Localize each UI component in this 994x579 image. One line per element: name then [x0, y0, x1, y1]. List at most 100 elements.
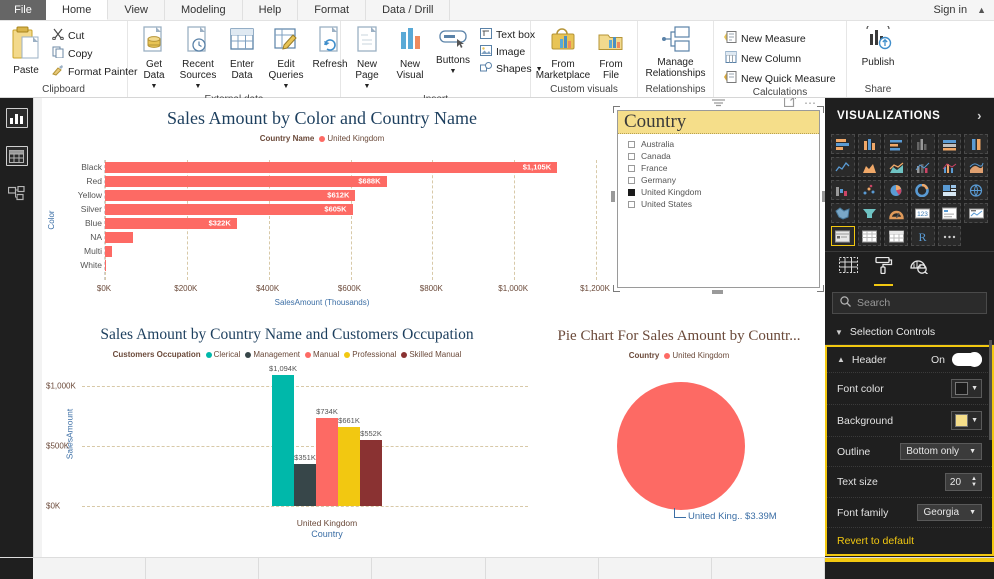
property-background[interactable]: Background ▼: [827, 405, 992, 437]
page-tab[interactable]: [372, 558, 485, 579]
bar-blue[interactable]: $322K: [105, 218, 237, 229]
kpi-icon[interactable]: [964, 203, 988, 223]
slicer-header-country[interactable]: Country: [618, 111, 819, 134]
font-color-caret-icon[interactable]: ▼: [971, 385, 978, 392]
slicer-item-france[interactable]: France: [618, 162, 819, 174]
fields-tab[interactable]: [839, 257, 858, 286]
slicer-country[interactable]: Country Australia Canada France: [617, 110, 820, 288]
clustered-bar-chart-icon[interactable]: [884, 134, 908, 154]
slicer-item-united-states[interactable]: United States: [618, 198, 819, 210]
from-file-button[interactable]: From File: [591, 24, 631, 83]
format-search-box[interactable]: Search: [832, 292, 987, 314]
slicer-item-canada[interactable]: Canada: [618, 150, 819, 162]
spinner-down-icon[interactable]: ▼: [971, 482, 977, 488]
font-color-swatch[interactable]: [955, 382, 968, 395]
edit-queries-button[interactable]: Edit Queries ▼: [266, 24, 306, 94]
slicer-item-germany[interactable]: Germany: [618, 174, 819, 186]
slicer-item-united-kingdom[interactable]: United Kingdom: [618, 186, 819, 198]
report-canvas-area[interactable]: Sales Amount by Color and Country Name C…: [33, 98, 825, 557]
card-icon[interactable]: 123: [911, 203, 935, 223]
header-toggle[interactable]: [952, 353, 982, 366]
header-card-row[interactable]: ▲ Header On: [827, 347, 992, 373]
visual-slicer-country-frame[interactable]: ⋯ Country Australia Canada France: [611, 98, 825, 292]
filled-map-icon[interactable]: [831, 203, 855, 223]
scatter-chart-icon[interactable]: [858, 180, 882, 200]
bar-silver[interactable]: $605K: [105, 204, 353, 215]
manage-relationships-button[interactable]: Manage Relationships: [644, 24, 707, 81]
property-font-family[interactable]: Font family Georgia ▼: [827, 498, 992, 528]
tab-data-drill[interactable]: Data / Drill: [366, 0, 450, 20]
legend-item-management[interactable]: Management: [245, 350, 300, 359]
background-color-picker[interactable]: ▼: [951, 411, 982, 430]
background-color-swatch[interactable]: [955, 414, 968, 427]
checkbox-australia[interactable]: [628, 141, 635, 148]
chevron-down-icon[interactable]: ▼: [835, 328, 843, 337]
outline-dropdown[interactable]: Bottom only ▼: [900, 443, 982, 460]
pie-chart-icon[interactable]: [884, 180, 908, 200]
checkbox-united-kingdom[interactable]: [628, 189, 635, 196]
property-font-color[interactable]: Font color ▼: [827, 373, 992, 405]
more-options-icon[interactable]: [938, 226, 962, 246]
waterfall-chart-icon[interactable]: [831, 180, 855, 200]
gauge-icon[interactable]: [884, 203, 908, 223]
page-tab[interactable]: [599, 558, 712, 579]
property-text-size[interactable]: Text size 20 ▲ ▼: [827, 467, 992, 498]
tab-view[interactable]: View: [108, 0, 165, 20]
page-tab[interactable]: [33, 558, 146, 579]
checkbox-united-states[interactable]: [628, 201, 635, 208]
bar-red[interactable]: $688K: [105, 176, 387, 187]
clustered-column-chart-icon[interactable]: [911, 134, 935, 154]
donut-chart-icon[interactable]: [911, 180, 935, 200]
font-family-caret-icon[interactable]: ▼: [969, 509, 976, 516]
sidebar-item-data-view[interactable]: [6, 146, 28, 166]
outline-caret-icon[interactable]: ▼: [969, 448, 976, 455]
recent-sources-button[interactable]: Recent Sources ▼: [178, 24, 218, 94]
pie-slice-united-kingdom[interactable]: [617, 382, 745, 510]
stacked-column-chart-icon[interactable]: [858, 134, 882, 154]
resize-handle-br[interactable]: [817, 285, 824, 292]
chevron-up-icon[interactable]: ▲: [837, 355, 845, 364]
page-tab[interactable]: [712, 558, 825, 579]
edit-queries-caret-icon[interactable]: ▼: [283, 81, 290, 92]
font-family-dropdown[interactable]: Georgia ▼: [917, 504, 982, 521]
column-management[interactable]: $351K: [294, 464, 316, 506]
analytics-tab[interactable]: [909, 257, 928, 286]
legend-item-pie-united-kingdom[interactable]: United Kingdom: [664, 351, 729, 360]
stacked-bar-chart-icon[interactable]: [831, 134, 855, 154]
publish-button[interactable]: Publish: [853, 24, 903, 70]
new-column-button[interactable]: New Column: [720, 50, 840, 67]
buttons-caret-icon[interactable]: ▼: [450, 66, 457, 77]
new-page-caret-icon[interactable]: ▼: [364, 81, 371, 92]
tab-modeling[interactable]: Modeling: [165, 0, 243, 20]
visual-column-chart-sales-by-occupation[interactable]: Sales Amount by Country Name and Custome…: [42, 320, 532, 557]
tab-home[interactable]: Home: [46, 0, 108, 20]
legend-item-manual[interactable]: Manual: [305, 350, 339, 359]
line-stacked-column-icon[interactable]: [911, 157, 935, 177]
text-size-spinner-arrows[interactable]: ▲ ▼: [971, 476, 977, 488]
bar-white[interactable]: [105, 260, 106, 271]
new-measure-button[interactable]: New Measure: [720, 30, 840, 47]
slicer-item-list[interactable]: Australia Canada France Germany: [618, 134, 819, 210]
table-icon[interactable]: [858, 226, 882, 246]
tab-file[interactable]: File: [0, 0, 46, 20]
font-color-picker[interactable]: ▼: [951, 379, 982, 398]
resize-handle-tr[interactable]: [817, 106, 824, 113]
sidebar-item-model-view[interactable]: [6, 184, 28, 204]
visual-pie-chart-sales-by-country[interactable]: Pie Chart For Sales Amount by Countr... …: [532, 320, 825, 557]
matrix-icon[interactable]: [884, 226, 908, 246]
get-data-button[interactable]: Get Data ▼: [134, 24, 174, 94]
buttons-button[interactable]: Buttons ▼: [433, 24, 473, 79]
resize-handle-bottom[interactable]: [712, 290, 723, 294]
text-size-value[interactable]: 20: [950, 477, 961, 488]
legend-item-united-kingdom[interactable]: United Kingdom: [319, 134, 384, 143]
funnel-icon[interactable]: [858, 203, 882, 223]
column-clerical[interactable]: $1,094K: [272, 375, 294, 506]
paste-button[interactable]: Paste: [6, 24, 46, 78]
legend-item-skilled-manual[interactable]: Skilled Manual: [401, 350, 461, 359]
100-stacked-column-chart-icon[interactable]: [964, 134, 988, 154]
treemap-icon[interactable]: [938, 180, 962, 200]
text-size-stepper[interactable]: 20 ▲ ▼: [945, 473, 982, 491]
sign-in-link[interactable]: Sign in: [933, 4, 967, 16]
slicer-icon[interactable]: [831, 226, 855, 246]
bar-yellow[interactable]: $612K: [105, 190, 355, 201]
